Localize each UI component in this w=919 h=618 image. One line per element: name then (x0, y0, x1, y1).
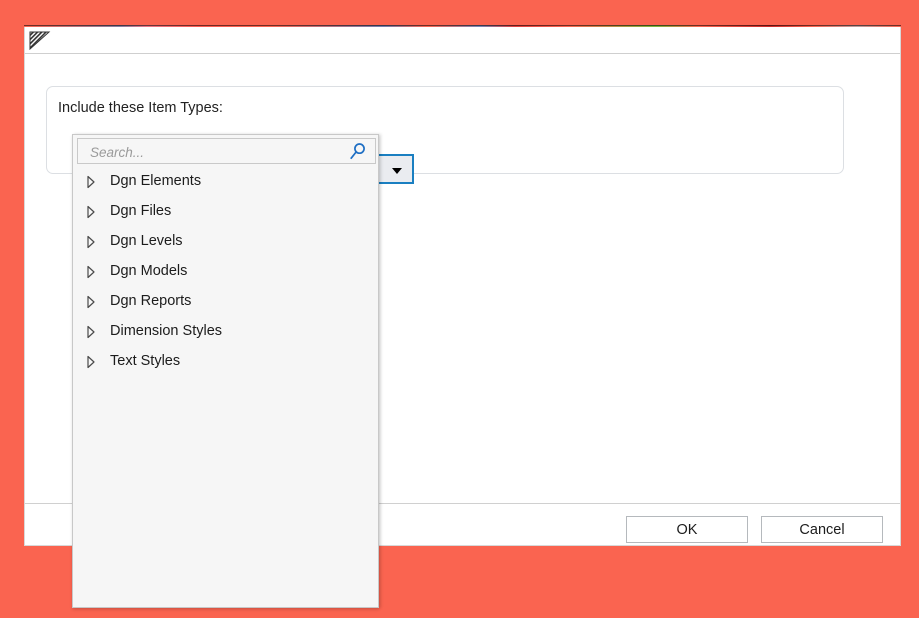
list-item[interactable]: Dgn Models (74, 256, 377, 286)
chevron-right-icon[interactable] (82, 172, 100, 190)
chevron-right-icon[interactable] (82, 202, 100, 220)
list-item[interactable]: Dgn Elements (74, 166, 377, 196)
list-item-label: Text Styles (110, 353, 181, 369)
list-item[interactable]: Dgn Reports (74, 286, 377, 316)
ok-button[interactable]: OK (626, 516, 748, 543)
list-item[interactable]: Dgn Levels (74, 226, 377, 256)
dialog-titlebar (25, 27, 900, 54)
list-item[interactable]: Dgn Files (74, 196, 377, 226)
item-type-dropdown-popup: Dgn Elements Dgn Files Dgn Levels Dgn Model… (72, 134, 379, 608)
list-item[interactable]: Text Styles (74, 346, 377, 376)
list-item-label: Dgn Reports (110, 293, 192, 309)
include-item-types-label: Include these Item Types: (58, 100, 223, 116)
item-type-tree-list[interactable]: Dgn Elements Dgn Files Dgn Levels Dgn Model… (74, 166, 377, 606)
dropdown-search-row (77, 138, 376, 165)
list-item-label: Dimension Styles (110, 323, 223, 339)
list-item[interactable]: Dimension Styles (74, 316, 377, 346)
list-item-label: Dgn Elements (110, 173, 202, 189)
chevron-right-icon[interactable] (82, 322, 100, 340)
list-item-label: Dgn Files (110, 203, 172, 219)
list-item-label: Dgn Levels (110, 233, 183, 249)
cancel-button[interactable]: Cancel (761, 516, 883, 543)
chevron-right-icon[interactable] (82, 292, 100, 310)
chevron-right-icon[interactable] (82, 352, 100, 370)
chevron-right-icon[interactable] (82, 232, 100, 250)
search-input[interactable] (88, 139, 342, 165)
hatch-pattern-icon (29, 31, 51, 50)
search-icon[interactable] (348, 142, 367, 161)
chevron-right-icon[interactable] (82, 262, 100, 280)
chevron-down-icon[interactable] (392, 168, 402, 174)
app-window-top-border (24, 25, 901, 26)
list-item-label: Dgn Models (110, 263, 188, 279)
